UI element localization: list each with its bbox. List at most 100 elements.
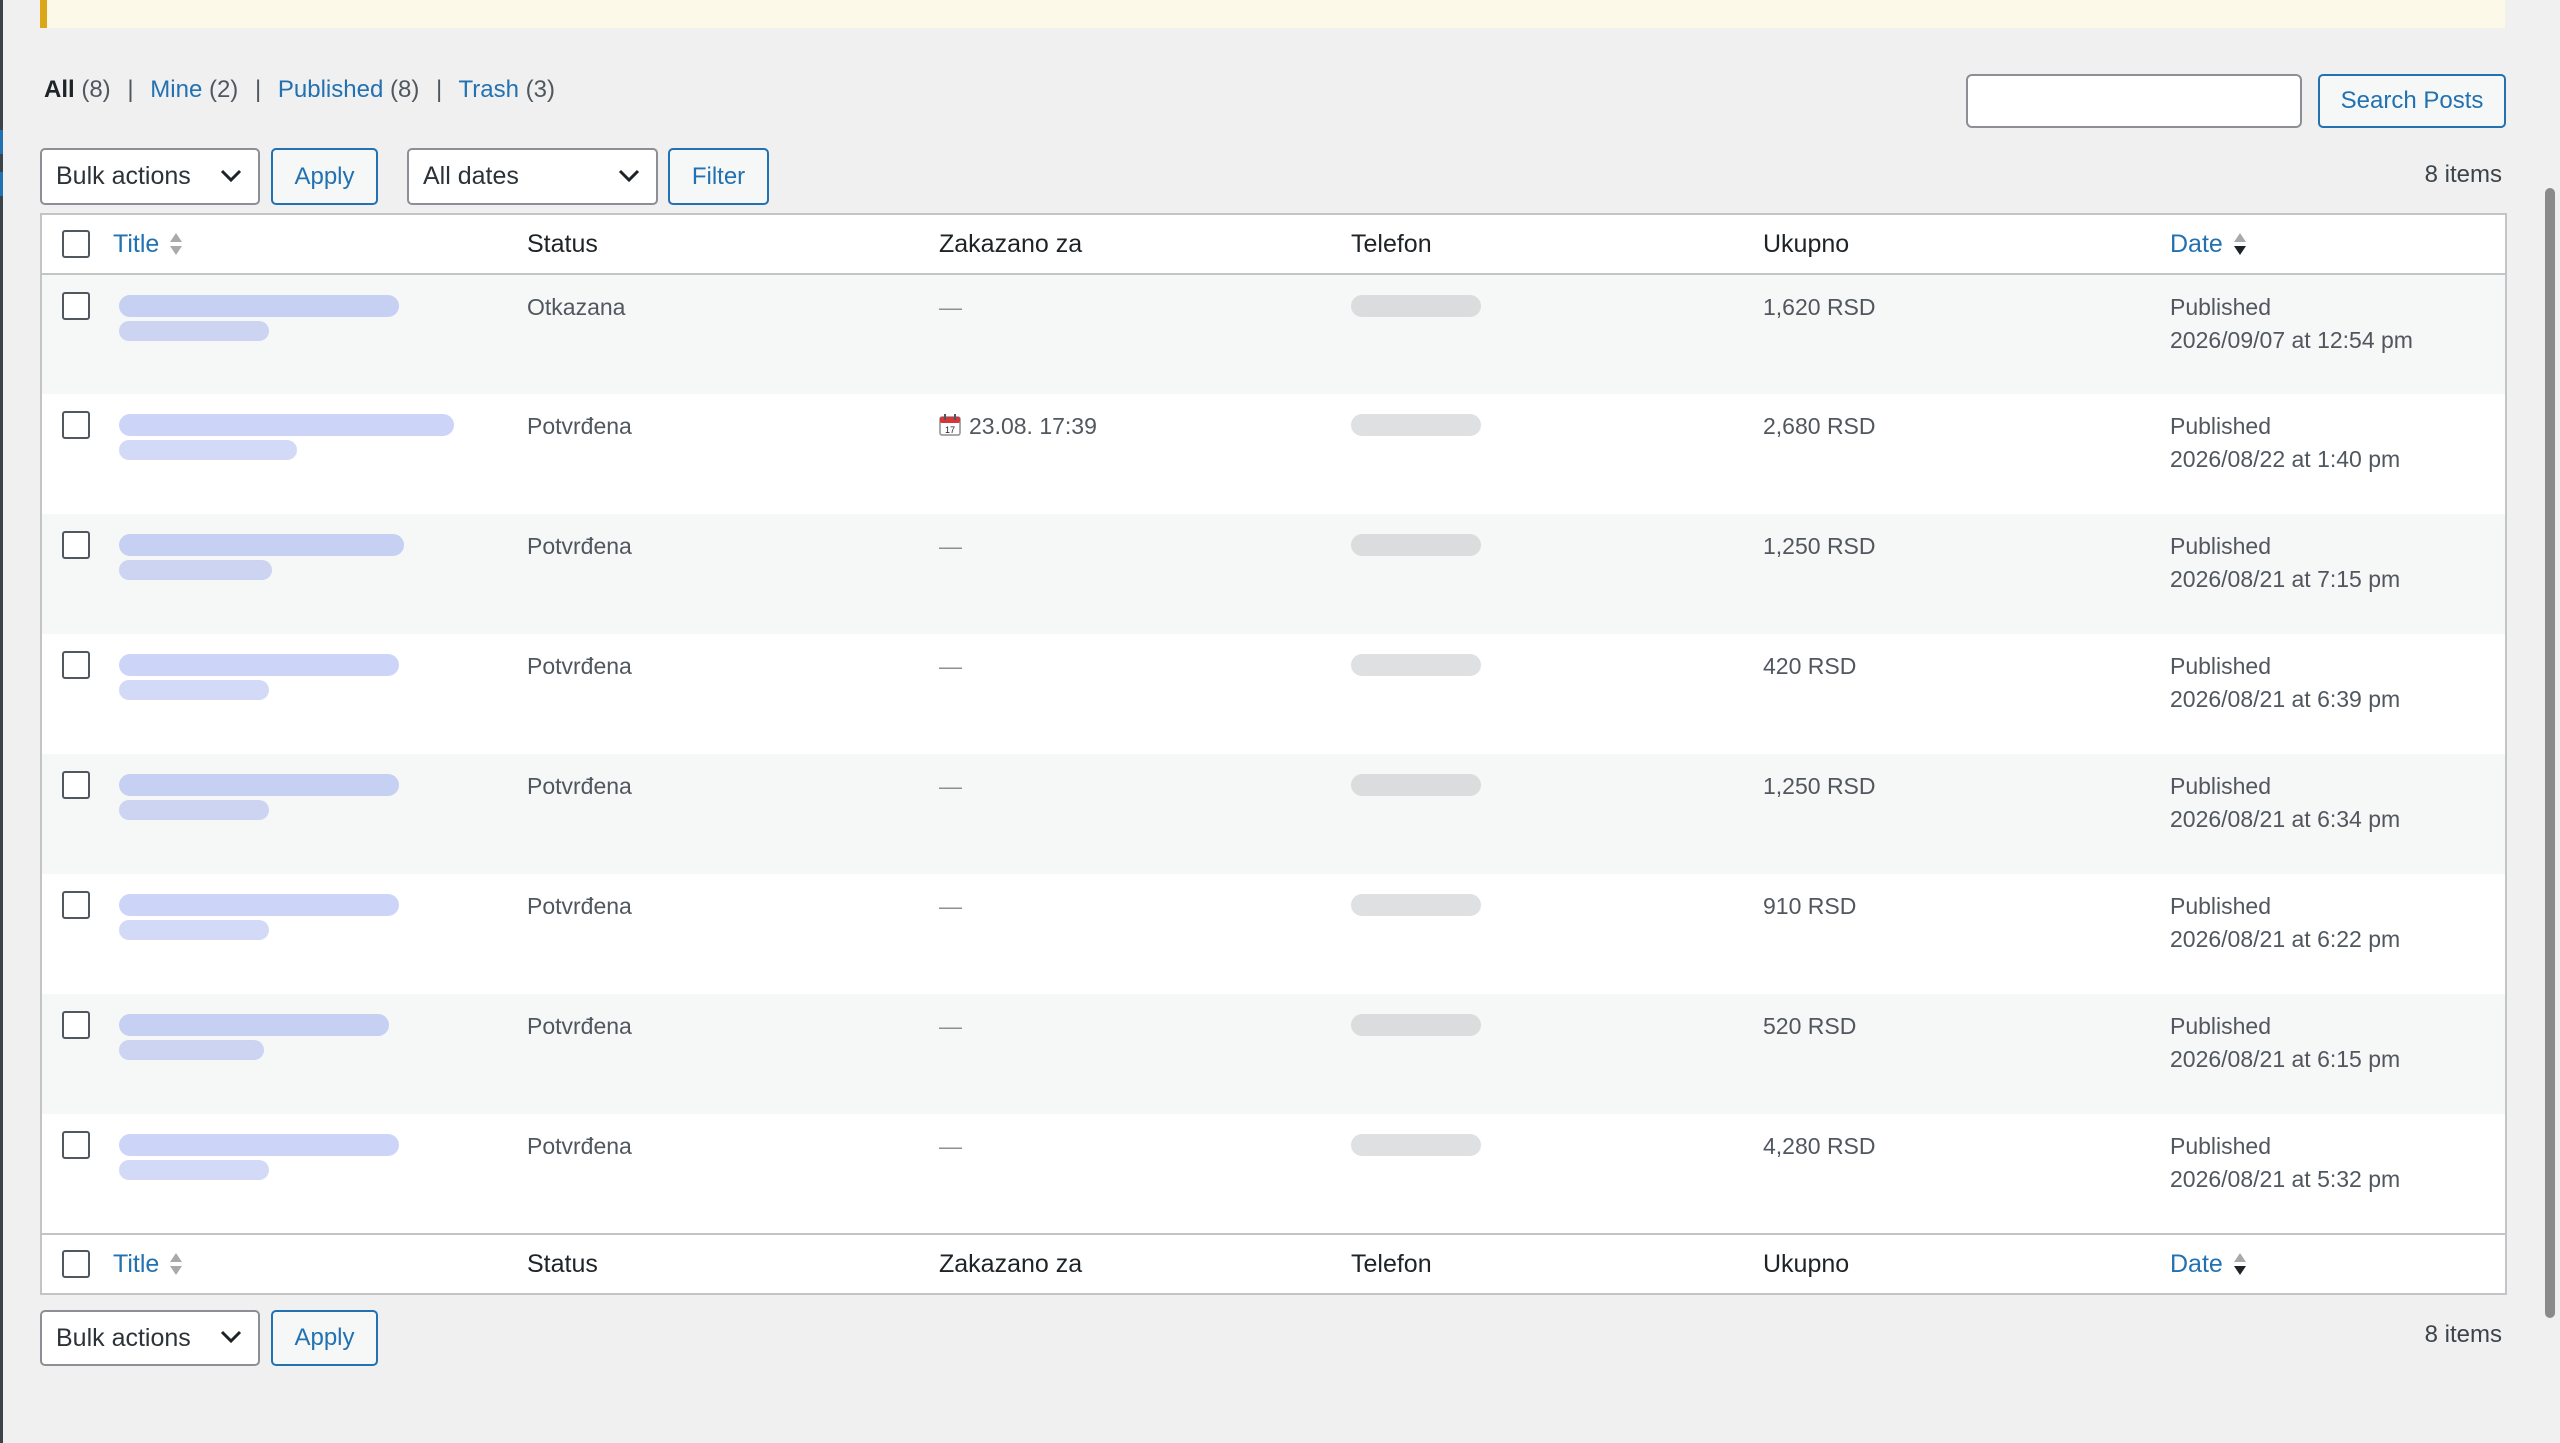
row-checkbox[interactable] <box>62 1011 90 1039</box>
view-published-count: (8) <box>389 76 420 103</box>
apply-button-bottom[interactable]: Apply <box>271 1310 378 1366</box>
row-checkbox[interactable] <box>62 651 90 679</box>
row-total: 1,250 RSD <box>1763 773 1876 799</box>
apply-button-top[interactable]: Apply <box>271 148 378 205</box>
column-phone-header: Telefon <box>1351 214 1763 275</box>
column-total-footer: Ukupno <box>1763 1233 2170 1294</box>
select-all-checkbox[interactable] <box>62 230 90 258</box>
table-row: Potvrđena — 520 RSD Published 2026/08/21 at … <box>41 994 2506 1114</box>
row-checkbox[interactable] <box>62 411 90 439</box>
table-row: Potvrđena — 4,280 RSD Published 2026/08/21 a… <box>41 1114 2506 1234</box>
view-trash-count: (3) <box>525 76 555 103</box>
row-date-status: Published <box>2170 294 2272 320</box>
sort-desc-icon <box>2233 233 2246 255</box>
select-all-checkbox-bottom[interactable] <box>62 1250 90 1278</box>
row-date-status: Published <box>2170 653 2272 679</box>
view-trash[interactable]: Trash <box>458 76 518 103</box>
column-date-label: Date <box>2170 1249 2223 1278</box>
admin-notice <box>40 0 2505 28</box>
row-title-link[interactable] <box>113 1130 413 1186</box>
separator: | <box>254 76 262 103</box>
search-input[interactable] <box>1966 74 2302 128</box>
row-date: 2026/08/22 at 1:40 pm <box>2170 446 2401 472</box>
search-posts-button[interactable]: Search Posts <box>2318 74 2506 128</box>
column-title-label: Title <box>113 229 160 258</box>
row-title-link[interactable] <box>113 1010 403 1066</box>
chevron-down-icon <box>220 169 242 182</box>
admin-menu-indicator <box>0 172 3 196</box>
bulk-actions-select-top[interactable]: Bulk actions <box>40 148 260 205</box>
row-date: 2026/08/21 at 5:32 pm <box>2170 1166 2401 1192</box>
svg-text:17: 17 <box>945 425 955 435</box>
column-date-label: Date <box>2170 229 2223 258</box>
row-scheduled: — <box>939 533 962 559</box>
row-title-link[interactable] <box>113 410 468 466</box>
separator: | <box>436 76 443 103</box>
row-phone <box>1351 414 1481 436</box>
sort-desc-icon <box>2233 1253 2246 1275</box>
row-title-link[interactable] <box>113 291 413 347</box>
row-scheduled-value: — <box>939 773 962 799</box>
row-phone <box>1351 654 1481 676</box>
separator: | <box>127 76 134 103</box>
row-checkbox[interactable] <box>62 531 90 559</box>
sort-by-title-bottom[interactable]: Title <box>113 1250 183 1279</box>
row-phone <box>1351 1014 1481 1036</box>
view-published[interactable]: Published <box>278 76 383 103</box>
row-scheduled: 17 23.08. 17:39 <box>939 413 1097 439</box>
row-total: 1,620 RSD <box>1763 294 1876 320</box>
chevron-down-icon <box>220 1330 242 1344</box>
row-status: Potvrđena <box>527 893 632 919</box>
sort-by-date-bottom[interactable]: Date <box>2170 1250 2247 1279</box>
sort-by-title[interactable]: Title <box>113 230 183 259</box>
bulk-actions-value: Bulk actions <box>56 1323 191 1352</box>
row-phone <box>1351 534 1481 556</box>
row-date: 2026/08/21 at 6:39 pm <box>2170 686 2401 712</box>
table-row: Otkazana — 1,620 RSD Published 2026/09/07 at… <box>41 274 2506 394</box>
row-total: 520 RSD <box>1763 1013 1857 1039</box>
view-mine-count: (2) <box>208 76 239 103</box>
admin-menu-edge <box>0 0 3 1443</box>
row-total: 910 RSD <box>1763 893 1857 919</box>
row-title-link[interactable] <box>113 650 413 706</box>
table-footer-row: Title Status Zakazano za Telefon Ukupno … <box>41 1233 2506 1294</box>
column-scheduled-footer: Zakazano za <box>939 1233 1351 1294</box>
row-date: 2026/08/21 at 6:15 pm <box>2170 1046 2401 1072</box>
row-date: 2026/08/21 at 6:34 pm <box>2170 806 2401 832</box>
row-checkbox[interactable] <box>62 1131 90 1159</box>
view-mine[interactable]: Mine <box>150 76 202 103</box>
date-filter-value: All dates <box>423 162 519 190</box>
row-date-status: Published <box>2170 533 2272 559</box>
row-scheduled: — <box>939 893 962 919</box>
row-date-status: Published <box>2170 773 2272 799</box>
row-checkbox[interactable] <box>62 891 90 919</box>
row-scheduled-value: — <box>939 294 962 320</box>
row-status: Potvrđena <box>527 653 632 679</box>
row-scheduled-value: 23.08. 17:39 <box>969 413 1097 439</box>
row-title-link[interactable] <box>113 770 413 826</box>
row-status: Potvrđena <box>527 1013 632 1039</box>
column-status-header: Status <box>527 214 939 275</box>
row-title-link[interactable] <box>113 530 418 586</box>
sort-by-date[interactable]: Date <box>2170 230 2247 259</box>
row-date: 2026/08/21 at 7:15 pm <box>2170 566 2401 592</box>
row-checkbox[interactable] <box>62 292 90 320</box>
date-filter-select[interactable]: All dates <box>407 148 658 205</box>
table-row: Potvrđena — 1,250 RSD Published 2026/08/21 a… <box>41 754 2506 874</box>
row-title-link[interactable] <box>113 890 413 946</box>
column-status-footer: Status <box>527 1233 939 1294</box>
row-status: Potvrđena <box>527 773 632 799</box>
row-scheduled: — <box>939 294 962 320</box>
page-scrollbar[interactable] <box>2545 188 2555 1318</box>
bulk-actions-select-bottom[interactable]: Bulk actions <box>40 1310 260 1366</box>
row-date-status: Published <box>2170 893 2272 919</box>
row-scheduled: — <box>939 1013 962 1039</box>
filter-button[interactable]: Filter <box>668 148 769 205</box>
row-scheduled-value: — <box>939 653 962 679</box>
admin-menu-indicator <box>0 130 3 154</box>
row-phone <box>1351 894 1481 916</box>
row-checkbox[interactable] <box>62 771 90 799</box>
row-status: Potvrđena <box>527 413 632 439</box>
row-total: 420 RSD <box>1763 653 1857 679</box>
view-all[interactable]: All <box>44 76 75 103</box>
